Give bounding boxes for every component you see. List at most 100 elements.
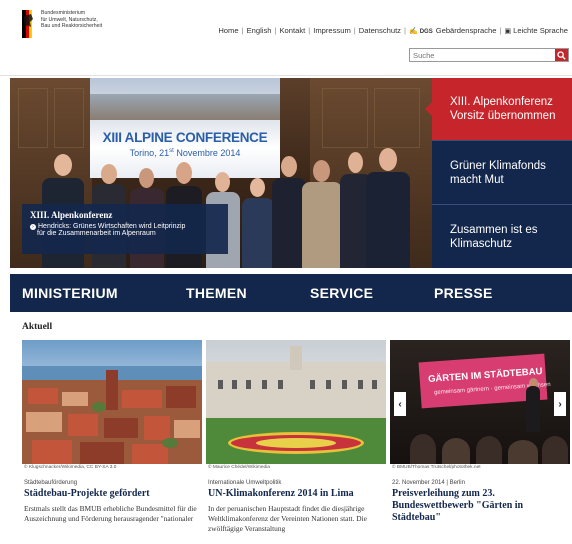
- window: [372, 380, 377, 389]
- tree: [162, 438, 178, 448]
- hero-teaser-2[interactable]: Grüner Klimafonds macht Mut: [432, 140, 572, 204]
- topnav-home[interactable]: Home: [218, 26, 238, 35]
- card-headline[interactable]: Städtebau-Projekte gefördert: [24, 488, 200, 500]
- carousel-prev-button[interactable]: ‹: [394, 392, 406, 416]
- news-card-1[interactable]: © Klugschnacker/Wikimedia, CC BY-SA 3.0 …: [22, 340, 202, 544]
- topnav-leichte-sprache[interactable]: ▣ Leichte Sprache: [504, 26, 568, 35]
- caption-title: XIII. Alpenkonferenz: [30, 210, 113, 220]
- window: [358, 380, 363, 389]
- topnav-gebaerdensprache[interactable]: ✍ DGS Gebärdensprache: [409, 26, 497, 35]
- nav-ministerium[interactable]: MINISTERIUM: [22, 285, 118, 301]
- teaser-3-line-2: Klimaschutz: [450, 237, 512, 250]
- person-head: [54, 154, 72, 176]
- nav-themen[interactable]: THEMEN: [186, 285, 247, 301]
- person: [366, 172, 410, 268]
- topnav-kontakt[interactable]: Kontakt: [279, 26, 305, 35]
- person-head: [379, 148, 397, 171]
- ministry-line-3: Bau und Reaktorsicherheit: [41, 23, 103, 30]
- person: [272, 178, 306, 268]
- card-teaser-text: Erstmals stellt das BMUB erhebliche Bund…: [24, 504, 197, 523]
- card-headline[interactable]: UN-Klimakonferenz 2014 in Lima: [208, 488, 384, 500]
- news-card-3[interactable]: GÄRTEN IM STÄDTEBAU gemeinsam gärtnern ·…: [390, 340, 570, 544]
- roof: [32, 440, 72, 464]
- search-input[interactable]: [410, 49, 555, 61]
- news-card-2[interactable]: © Maurice Chédel/Wikimedia International…: [206, 340, 386, 544]
- ministry-line-2: für Umwelt, Naturschutz,: [41, 16, 98, 23]
- teaser-1-line-1: XIII. Alpenkonferenz: [450, 96, 553, 108]
- window: [310, 380, 315, 389]
- topnav-impressum[interactable]: Impressum: [313, 26, 351, 35]
- teaser-2-line-2: macht Mut: [450, 173, 504, 186]
- roof: [80, 442, 124, 464]
- hero-teaser-3[interactable]: Zusammen ist es Klimaschutz: [432, 204, 572, 268]
- topnav-datenschutz[interactable]: Datenschutz: [359, 26, 401, 35]
- image-credit: © BMUB/Thomas Trutschel/photothek.net: [392, 465, 481, 470]
- church-tower: [106, 370, 118, 410]
- news-image-stralsund: [22, 340, 202, 464]
- chevron-left-icon: ‹: [398, 398, 402, 410]
- dgs-label: DGS: [419, 29, 433, 35]
- person: [302, 182, 342, 268]
- search-box: [409, 48, 569, 62]
- leichte-sprache-label: Leichte Sprache: [513, 26, 568, 35]
- ministry-logo[interactable]: Bundesministerium für Umwelt, Naturschut…: [22, 10, 131, 38]
- hero-teaser-list: XIII. Alpenkonferenz Vorsitz übernommen …: [425, 78, 572, 268]
- window: [262, 380, 267, 389]
- roof: [62, 392, 88, 406]
- easy-language-icon: ▣: [504, 28, 512, 35]
- speaker: [526, 386, 540, 432]
- separator: |: [274, 26, 277, 35]
- roof: [132, 444, 168, 464]
- card-kicker: Städtebauförderung: [24, 480, 78, 486]
- nav-presse[interactable]: PRESSE: [434, 285, 493, 301]
- topnav-english[interactable]: English: [247, 26, 272, 35]
- card-text: 22. November 2014 | Berlin Preisverleihu…: [392, 480, 568, 528]
- person-head: [215, 172, 230, 192]
- hero-teaser-1[interactable]: XIII. Alpenkonferenz Vorsitz übernommen: [425, 78, 572, 140]
- roof: [104, 418, 138, 438]
- arrow-bullet-icon: ›: [30, 224, 36, 230]
- person-head: [313, 160, 330, 182]
- search-button[interactable]: [555, 49, 568, 61]
- separator: |: [308, 26, 311, 35]
- palace-tower: [290, 346, 302, 370]
- person-head: [281, 156, 297, 177]
- separator: |: [499, 26, 502, 35]
- audience-member: [442, 438, 470, 464]
- person-head: [250, 178, 265, 197]
- nav-service[interactable]: SERVICE: [310, 285, 373, 301]
- separator: |: [241, 26, 244, 35]
- card-headline[interactable]: Preisverleihung zum 23. Bundeswettbewerb…: [392, 488, 568, 524]
- card-kicker: 22. November 2014 | Berlin: [392, 480, 465, 486]
- teaser-3-line-1: Zusammen ist es: [450, 223, 538, 236]
- window: [232, 380, 237, 389]
- caption-line1-text: Hendricks: Grünes Wirtschaften wird Leit…: [38, 223, 186, 230]
- flower-bed-center: [256, 438, 336, 448]
- active-teaser-pointer: [425, 102, 432, 116]
- person-head: [348, 152, 363, 173]
- image-credit: © Maurice Chédel/Wikimedia: [208, 465, 270, 470]
- teaser-2-line-1: Grüner Klimafonds: [450, 159, 546, 172]
- audience-member: [542, 436, 568, 464]
- window: [218, 380, 223, 389]
- carousel-next-button[interactable]: ›: [554, 392, 566, 416]
- service-nav: Home | English | Kontakt | Impressum | Datenschu…: [218, 26, 568, 35]
- person: [242, 198, 274, 268]
- search-icon: [557, 50, 566, 60]
- roof: [122, 390, 162, 408]
- caption-text-line-1: › Hendricks: Grünes Wirtschaften wird Lei…: [30, 223, 220, 230]
- card-text: Internationale Umweltpolitik UN-Klimakon…: [208, 480, 384, 534]
- news-image-lima: [206, 340, 386, 464]
- sign-language-icon: ✍: [408, 28, 418, 35]
- separator: |: [403, 26, 406, 35]
- card-kicker: Internationale Umweltpolitik: [208, 480, 282, 486]
- audience-member: [410, 434, 436, 464]
- news-image-award: GÄRTEN IM STÄDTEBAU gemeinsam gärtnern ·…: [390, 340, 570, 464]
- section-title-aktuell: Aktuell: [22, 322, 53, 332]
- window: [246, 380, 251, 389]
- window: [342, 380, 347, 389]
- hero-caption[interactable]: XIII. Alpenkonferenz › Hendricks: Grünes …: [22, 204, 228, 254]
- ministry-line-1: Bundesministerium: [41, 10, 86, 16]
- image-credit: © Klugschnacker/Wikimedia, CC BY-SA 3.0: [24, 465, 117, 470]
- person-head: [139, 168, 154, 188]
